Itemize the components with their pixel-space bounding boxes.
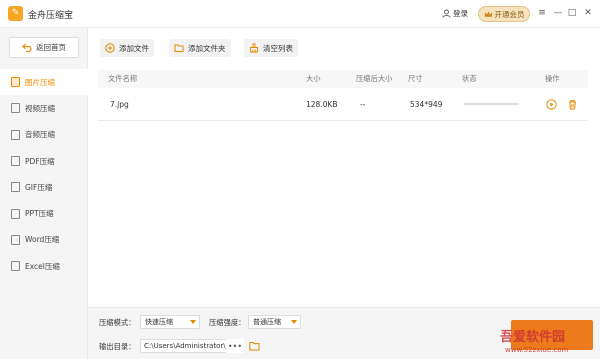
ppt-file-icon [11, 208, 20, 219]
file-dimensions: 534*949 [410, 99, 443, 109]
column-header-status: 状态 [462, 74, 477, 83]
sidebar-item-label: 视频压缩 [25, 103, 55, 113]
sidebar-item-label: PDF压缩 [25, 156, 55, 166]
sidebar-item-word[interactable]: Word压缩 [0, 227, 88, 253]
output-label: 输出目录： [99, 342, 136, 351]
clear-list-label: 清空列表 [263, 43, 293, 53]
user-icon [442, 9, 451, 18]
strength-select[interactable]: 普通压缩 [248, 315, 301, 329]
app-title: 金舟压缩宝 [28, 11, 74, 21]
vip-label: 开通会员 [494, 9, 525, 19]
browse-more-button[interactable]: ••• [226, 339, 244, 353]
file-name: 7.jpg [110, 99, 129, 109]
trash-icon[interactable] [567, 88, 578, 120]
back-arrow-icon [22, 43, 32, 52]
app-logo-icon: ✎ [8, 6, 23, 21]
file-table: 文件名称 大小 压缩后大小 尺寸 状态 操作 7.jpg 128.0KB -- … [98, 70, 588, 121]
audio-file-icon [11, 129, 20, 140]
chevron-down-icon [190, 320, 196, 324]
clear-list-button[interactable]: 清空列表 [244, 39, 298, 57]
crown-icon [484, 11, 492, 17]
file-size: 128.0KB [306, 99, 338, 109]
sidebar-item-gif[interactable]: GIF压缩 [0, 174, 88, 200]
folder-add-icon [174, 44, 184, 52]
mode-label: 压缩模式： [99, 318, 136, 327]
column-header-compressed-size: 压缩后大小 [356, 74, 393, 83]
back-home-button[interactable]: 返回首页 [9, 37, 79, 58]
column-header-dimensions: 尺寸 [408, 74, 423, 83]
vip-button[interactable]: 开通会员 [478, 6, 530, 22]
column-header-size: 大小 [306, 74, 321, 83]
toolbar: 添加文件 添加文件夹 清空列表 [88, 28, 600, 68]
sidebar-item-video[interactable]: 视频压缩 [0, 95, 88, 121]
sidebar-item-label: Word压缩 [25, 235, 60, 245]
sidebar-item-ppt[interactable]: PPT压缩 [0, 200, 88, 226]
sidebar-item-label: Excel压缩 [25, 261, 60, 271]
watermark-url: www.52zxiue.com [505, 346, 569, 354]
strength-label: 压缩强度： [209, 318, 246, 327]
maximize-icon[interactable]: □ [566, 7, 578, 19]
back-home-label: 返回首页 [36, 43, 66, 52]
minimize-icon[interactable]: — [552, 7, 564, 19]
login-button[interactable]: 登录 [442, 8, 468, 19]
sidebar-item-label: GIF压缩 [25, 182, 53, 192]
compressed-size: -- [360, 99, 366, 109]
table-row[interactable]: 7.jpg 128.0KB -- 534*949 [98, 88, 588, 121]
chevron-down-icon [291, 320, 297, 324]
add-file-button[interactable]: 添加文件 [100, 39, 154, 57]
excel-file-icon [11, 261, 20, 272]
plus-circle-icon [105, 43, 115, 53]
mode-select[interactable]: 快速压缩 [140, 315, 200, 329]
watermark-text: 吾爱软件园 [500, 330, 566, 345]
play-icon[interactable] [546, 88, 557, 120]
add-file-label: 添加文件 [119, 43, 149, 53]
sidebar: 返回首页 图片压缩 视频压缩 音频压缩 PDF压缩 GIF压缩 PPT压缩 Wo… [0, 28, 88, 359]
close-icon[interactable]: ✕ [582, 7, 594, 19]
sidebar-item-label: 图片压缩 [25, 77, 55, 87]
sidebar-item-pdf[interactable]: PDF压缩 [0, 148, 88, 174]
add-folder-button[interactable]: 添加文件夹 [169, 39, 231, 57]
sidebar-item-image[interactable]: 图片压缩 [0, 69, 88, 96]
sidebar-item-excel[interactable]: Excel压缩 [0, 253, 88, 279]
strength-value: 普通压缩 [253, 318, 281, 326]
progress-bar [464, 103, 519, 105]
broom-icon [250, 43, 258, 53]
pdf-file-icon [11, 156, 20, 167]
video-file-icon [11, 103, 20, 114]
image-file-icon [11, 77, 20, 88]
column-header-name: 文件名称 [108, 74, 138, 83]
output-path-value: C:\Users\Administrator\D [144, 342, 232, 350]
sidebar-nav: 图片压缩 视频压缩 音频压缩 PDF压缩 GIF压缩 PPT压缩 Word压缩 [0, 69, 88, 279]
gif-file-icon [11, 182, 20, 193]
table-header: 文件名称 大小 压缩后大小 尺寸 状态 操作 [98, 70, 588, 88]
menu-icon[interactable]: ≡ [536, 7, 548, 19]
sidebar-item-label: 音频压缩 [25, 130, 55, 140]
title-bar: ✎ 金舟压缩宝 登录 开通会员 ≡ — □ ✕ [0, 0, 600, 28]
mode-value: 快速压缩 [145, 318, 173, 326]
login-label: 登录 [453, 9, 468, 18]
sidebar-item-label: PPT压缩 [25, 209, 54, 219]
open-folder-icon[interactable] [249, 341, 260, 351]
word-file-icon [11, 234, 20, 245]
status-progress [464, 88, 519, 120]
sidebar-item-audio[interactable]: 音频压缩 [0, 122, 88, 148]
column-header-actions: 操作 [545, 74, 560, 83]
add-folder-label: 添加文件夹 [188, 43, 226, 53]
